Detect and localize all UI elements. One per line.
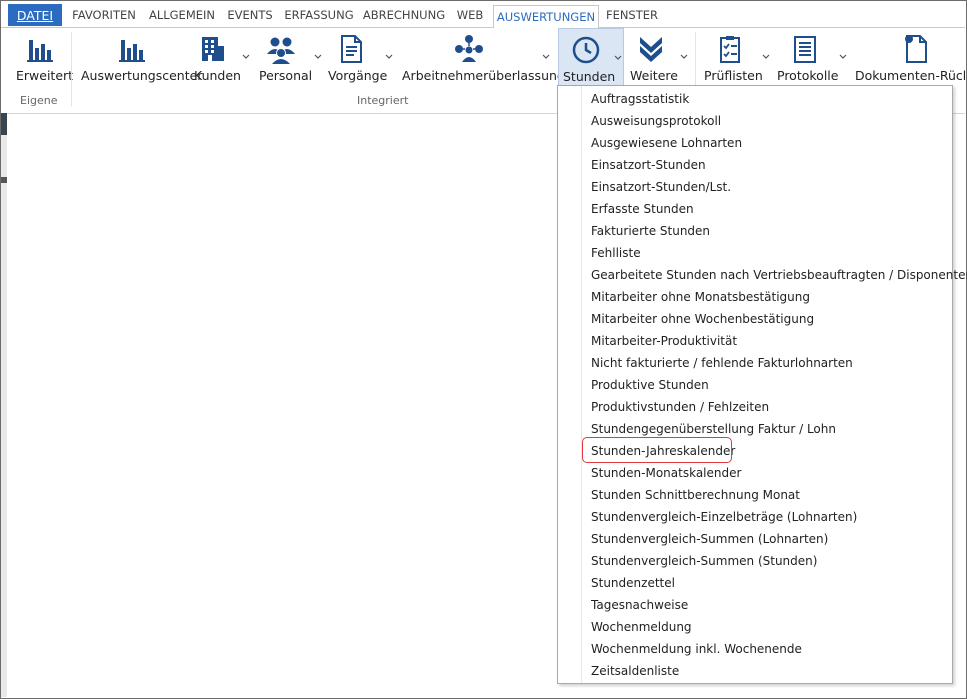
chevron-down-icon[interactable] bbox=[614, 55, 622, 61]
chevron-down-icon[interactable] bbox=[385, 54, 393, 60]
bar-chart-icon bbox=[27, 40, 53, 62]
group-label-eigene: Eigene bbox=[20, 94, 58, 107]
tab-auswertungen[interactable]: AUSWERTUNGEN bbox=[493, 5, 599, 30]
menu-item[interactable]: Produktive Stunden bbox=[591, 374, 709, 396]
left-panel-marker bbox=[1, 177, 7, 183]
prueflisten-label: Prüflisten bbox=[704, 68, 763, 83]
people-icon bbox=[267, 37, 295, 64]
menu-item[interactable]: Fakturierte Stunden bbox=[591, 220, 710, 242]
kunden-button[interactable]: Kunden bbox=[190, 28, 258, 88]
menu-item[interactable]: Mitarbeiter ohne Monatsbestätigung bbox=[591, 286, 810, 308]
menu-item[interactable]: Auftragsstatistik bbox=[591, 88, 689, 110]
chevron-down-icon[interactable] bbox=[314, 54, 322, 60]
kunden-label: Kunden bbox=[194, 68, 241, 83]
tab-events[interactable]: EVENTS bbox=[223, 4, 277, 27]
vorgaenge-label: Vorgänge bbox=[328, 68, 388, 83]
stunden-dropdown-menu: Auftragsstatistik Ausweisungsprotokoll A… bbox=[557, 85, 967, 684]
weitere-label: Weitere bbox=[630, 68, 678, 83]
chevron-down-icon[interactable] bbox=[542, 54, 550, 60]
menu-item[interactable]: Wochenmeldung bbox=[591, 616, 692, 638]
menu-item[interactable]: Zeitsaldenliste bbox=[591, 660, 679, 682]
erweitert-label: Erweitert bbox=[16, 68, 74, 83]
menu-item[interactable]: Einsatzort-Stunden/Lst. bbox=[591, 176, 731, 198]
menu-item[interactable]: Tagesnachweise bbox=[591, 594, 688, 616]
clock-icon bbox=[572, 36, 600, 64]
auswertungscenter-label: Auswertungscenter bbox=[81, 68, 203, 83]
log-icon bbox=[794, 36, 816, 63]
stunden-label: Stunden bbox=[563, 69, 616, 84]
group-label-integriert: Integriert bbox=[357, 94, 409, 107]
weitere-button[interactable]: Weitere bbox=[626, 28, 692, 88]
menu-item[interactable]: Stunden-Monatskalender bbox=[591, 462, 741, 484]
tab-datei[interactable]: DATEI bbox=[8, 4, 62, 26]
menu-item[interactable]: Ausgewiesene Lohnarten bbox=[591, 132, 742, 154]
prueflisten-button[interactable]: Prüflisten bbox=[701, 28, 773, 88]
checklist-icon bbox=[720, 36, 740, 63]
menu-item[interactable]: Wochenmeldung inkl. Wochenende bbox=[591, 638, 802, 660]
menu-item[interactable]: Einsatzort-Stunden bbox=[591, 154, 706, 176]
chevron-down-icon[interactable] bbox=[839, 54, 847, 60]
protokolle-label: Protokolle bbox=[777, 68, 839, 83]
personal-label: Personal bbox=[259, 68, 313, 83]
menu-item[interactable]: Stundenvergleich-Einzelbeträge (Lohnarte… bbox=[591, 506, 857, 528]
tab-web[interactable]: WEB bbox=[451, 4, 489, 27]
personal-button[interactable]: Personal bbox=[258, 28, 328, 88]
menu-icon-gutter bbox=[581, 86, 582, 683]
menu-item[interactable]: Mitarbeiter ohne Wochenbestätigung bbox=[591, 308, 814, 330]
vorgaenge-button[interactable]: Vorgänge bbox=[328, 28, 398, 88]
double-chevron-down-icon bbox=[640, 37, 662, 62]
building-icon bbox=[202, 37, 224, 61]
protokolle-button[interactable]: Protokolle bbox=[774, 28, 850, 88]
dokumenten-ruecklauf-button[interactable]: Dokumenten-Rücklauf bbox=[851, 28, 965, 88]
ribbon-tab-bar: DATEI FAVORITEN ALLGEMEIN EVENTS ERFASSU… bbox=[1, 1, 965, 30]
menu-item[interactable]: Erfasste Stunden bbox=[591, 198, 694, 220]
menu-item[interactable]: Fehlliste bbox=[591, 242, 641, 264]
chevron-down-icon[interactable] bbox=[680, 54, 688, 60]
dokumenten-ruecklauf-label: Dokumenten-Rücklauf bbox=[855, 68, 965, 83]
document-return-icon bbox=[905, 35, 927, 63]
menu-item[interactable]: Mitarbeiter-Produktivität bbox=[591, 330, 737, 352]
menu-item[interactable]: Stundenvergleich-Summen (Lohnarten) bbox=[591, 528, 828, 550]
tab-abrechnung[interactable]: ABRECHNUNG bbox=[361, 4, 447, 27]
tab-erfassung[interactable]: ERFASSUNG bbox=[281, 4, 357, 27]
document-icon bbox=[341, 35, 362, 63]
chevron-down-icon[interactable] bbox=[242, 54, 250, 60]
tab-favoriten[interactable]: FAVORITEN bbox=[67, 4, 141, 27]
menu-item[interactable]: Stunden Schnittberechnung Monat bbox=[591, 484, 800, 506]
highlight-annotation bbox=[582, 437, 732, 463]
tab-allgemein[interactable]: ALLGEMEIN bbox=[145, 4, 219, 27]
network-people-icon bbox=[455, 35, 483, 62]
menu-item[interactable]: Gearbeitete Stunden nach Vertriebsbeauft… bbox=[591, 264, 967, 286]
arbeitnehmerueberlassung-label: Arbeitnehmerüberlassung bbox=[402, 68, 565, 83]
group-separator bbox=[71, 32, 72, 106]
menu-item[interactable]: Ausweisungsprotokoll bbox=[591, 110, 721, 132]
auswertungscenter-button[interactable]: Auswertungscenter bbox=[77, 28, 202, 88]
menu-item[interactable]: Produktivstunden / Fehlzeiten bbox=[591, 396, 769, 418]
chevron-down-icon[interactable] bbox=[762, 54, 770, 60]
tab-fenster[interactable]: FENSTER bbox=[601, 4, 663, 27]
bar-chart-icon bbox=[119, 40, 145, 62]
erweitert-button[interactable]: Erweitert bbox=[7, 28, 73, 88]
left-panel-strip bbox=[1, 113, 7, 697]
arbeitnehmerueberlassung-button[interactable]: Arbeitnehmerüberlassung bbox=[398, 28, 565, 88]
menu-item[interactable]: Nicht fakturierte / fehlende Fakturlohna… bbox=[591, 352, 853, 374]
stunden-button[interactable]: Stunden bbox=[558, 28, 624, 88]
menu-item[interactable]: Stundenzettel bbox=[591, 572, 675, 594]
menu-item[interactable]: Stundenvergleich-Summen (Stunden) bbox=[591, 550, 817, 572]
left-panel-header bbox=[1, 113, 7, 135]
